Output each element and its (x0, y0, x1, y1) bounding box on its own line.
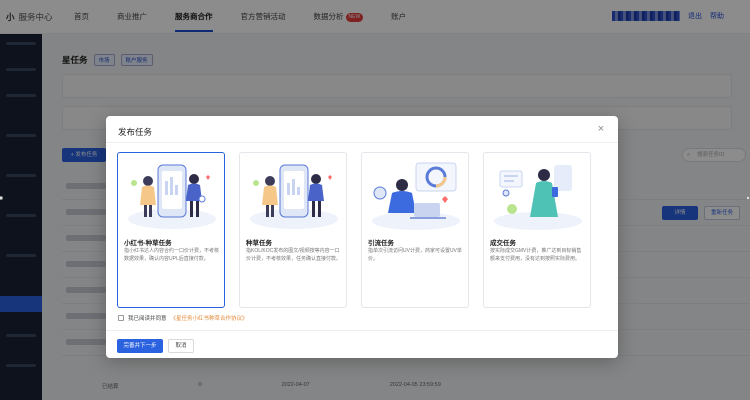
card-conversion[interactable]: 成交任务 按实际成交GMV计费，推广达到目标销售额来支付费用，没有达到按照实际费… (483, 152, 591, 308)
agreement-link[interactable]: 《星任务小红书种草合作协议》 (171, 314, 248, 322)
card-description: 按实际成交GMV计费，推广达到目标销售额来支付费用，没有达到按照实际费用。 (490, 248, 582, 262)
resize-handle[interactable] (746, 196, 750, 200)
phone-people-illustration (128, 164, 216, 229)
card-title: 成交任务 (490, 240, 516, 247)
publish-task-modal: 发布任务 × 小红书-种草任务 指小红书达人内容合约一口价计费，不考核数据效果，… (106, 116, 618, 358)
modal-footer-divider (106, 330, 618, 331)
card-traffic[interactable]: 引流任务 指单次引流访问UV计费，商家可设置UV单价。 (361, 152, 469, 308)
task-type-cards: 小红书-种草任务 指小红书达人内容合约一口价计费，不考核数据效果，确认内容UPL… (117, 152, 591, 308)
agree-checkbox[interactable] (118, 315, 124, 321)
agreement-row: 我已阅读并同意 《星任务小红书种草合作协议》 (118, 314, 248, 322)
card-title: 引流任务 (368, 240, 394, 247)
next-step-button[interactable]: 完善并下一步 (117, 339, 163, 353)
card-description: 指小红书达人内容合约一口价计费，不考核数据效果，确认内容UPL后直接付款。 (124, 248, 220, 262)
modal-divider (106, 142, 618, 143)
phone-people-illustration (250, 164, 338, 229)
card-xhs-seeding[interactable]: 小红书-种草任务 指小红书达人内容合约一口价计费，不考核数据效果，确认内容UPL… (117, 152, 225, 308)
card-description: 指KOL/KOC发布的图文/视频按等内容一口价计费，不考核效果，任务确认直接付款… (246, 248, 342, 262)
card-title: 小红书-种草任务 (124, 240, 172, 247)
cancel-button[interactable]: 取消 (168, 339, 194, 353)
close-icon[interactable]: × (594, 122, 608, 136)
laptop-user-illustration (372, 162, 460, 230)
agree-text: 我已阅读并同意 (128, 316, 167, 322)
modal-title: 发布任务 (118, 127, 153, 137)
page-root: 小服务中心 首页 商业推广 服务商合作 官方营销活动 数据分析 NEW 账户 退出… (0, 0, 750, 400)
card-description: 指单次引流访问UV计费，商家可设置UV单价。 (368, 248, 462, 262)
woman-phone-illustration (494, 165, 582, 230)
card-seeding[interactable]: 种草任务 指KOL/KOC发布的图文/视频按等内容一口价计费，不考核效果，任务确… (239, 152, 347, 308)
card-title: 种草任务 (246, 240, 272, 247)
